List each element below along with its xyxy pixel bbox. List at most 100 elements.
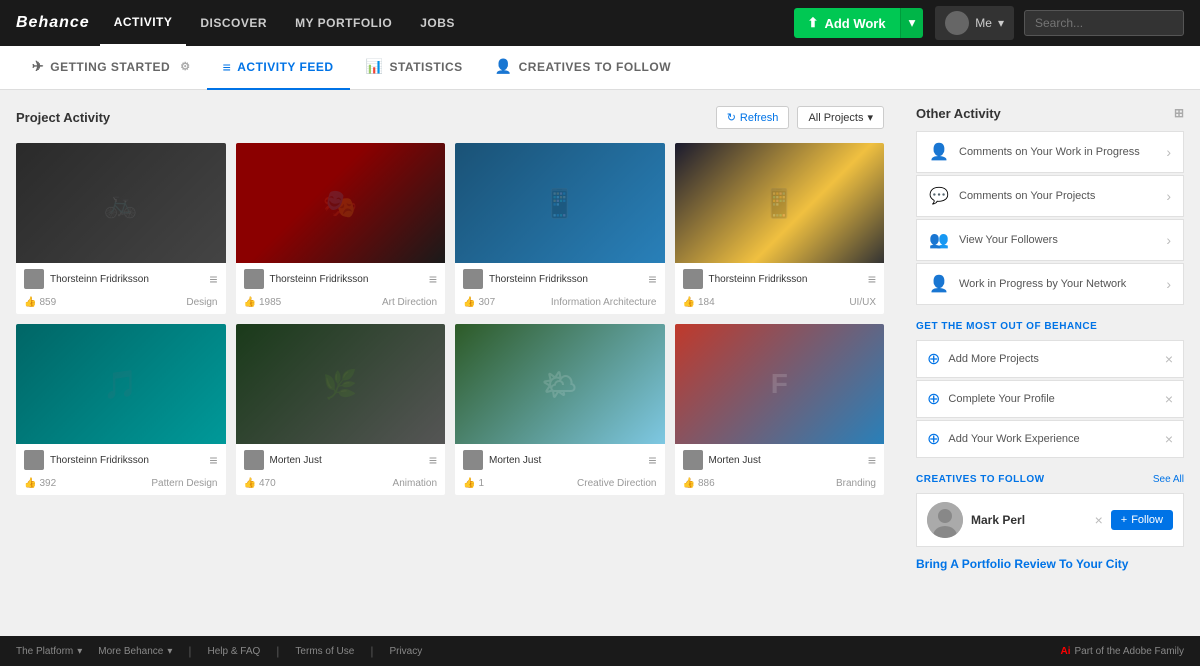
likes-count: 👍886 — [683, 478, 715, 489]
refresh-button[interactable]: ↻ Refresh — [716, 106, 790, 129]
close-icon[interactable]: × — [1165, 391, 1173, 407]
project-menu-icon[interactable]: ≡ — [648, 452, 656, 468]
project-menu-icon[interactable]: ≡ — [648, 271, 656, 287]
tab-getting-started[interactable]: ✈ GETTING STARTED ⚙ — [16, 46, 207, 90]
project-card[interactable]: 🌿 Morten Just ≡ 👍470 Animation — [236, 324, 446, 495]
project-card[interactable]: 🌤 Morten Just ≡ 👍1 Creative Direction — [455, 324, 665, 495]
category-label: Branding — [836, 478, 876, 489]
category-label: Animation — [393, 478, 437, 489]
avatar — [244, 269, 264, 289]
activity-comments-projects[interactable]: 💬 Comments on Your Projects › — [916, 175, 1184, 217]
project-menu-icon[interactable]: ≡ — [868, 271, 876, 287]
close-icon[interactable]: × — [1165, 351, 1173, 367]
project-info: Thorsteinn Fridriksson ≡ — [16, 263, 226, 295]
add-work-dropdown-button[interactable]: ▾ — [900, 8, 924, 38]
get-most-section: GET THE MOST OUT OF BEHANCE ⊕ Add More P… — [916, 321, 1184, 458]
follow-label: Follow — [1131, 514, 1163, 526]
project-menu-icon[interactable]: ≡ — [429, 271, 437, 287]
panel-controls: ↻ Refresh All Projects ▾ — [716, 106, 884, 129]
project-author: Thorsteinn Fridriksson — [709, 274, 862, 285]
plus-circle-icon: ⊕ — [927, 349, 940, 369]
plus-circle-icon: ⊕ — [927, 429, 940, 449]
activity-text: Comments on Your Projects — [959, 190, 1156, 202]
project-info: Morten Just ≡ — [675, 444, 885, 476]
avatar — [24, 269, 44, 289]
project-info: Morten Just ≡ — [236, 444, 446, 476]
platform-label: The Platform — [16, 646, 73, 657]
project-thumbnail: 📱 — [675, 143, 885, 263]
project-card[interactable]: 🎵 Thorsteinn Fridriksson ≡ 👍392 Pattern … — [16, 324, 226, 495]
add-work-button[interactable]: ⬆ Add Work — [794, 8, 900, 38]
project-card[interactable]: 🎭 Thorsteinn Fridriksson ≡ 👍1985 Art Dir… — [236, 143, 446, 314]
activity-comments-wip[interactable]: 👤 Comments on Your Work in Progress › — [916, 131, 1184, 173]
see-all-link[interactable]: See All — [1153, 474, 1184, 485]
project-author: Morten Just — [709, 455, 862, 466]
project-info: Thorsteinn Fridriksson ≡ — [675, 263, 885, 295]
project-info: Thorsteinn Fridriksson ≡ — [16, 444, 226, 476]
nav-jobs[interactable]: JOBS — [406, 0, 469, 46]
creatives-section: CREATIVES TO FOLLOW See All Mark Perl × … — [916, 474, 1184, 547]
project-menu-icon[interactable]: ≡ — [429, 452, 437, 468]
close-creative-icon[interactable]: × — [1095, 512, 1103, 528]
portfolio-review-link[interactable]: Bring A Portfolio Review To Your City — [916, 557, 1184, 571]
project-stats: 👍392 Pattern Design — [16, 476, 226, 495]
terms-link[interactable]: Terms of Use — [295, 646, 354, 657]
creatives-header: CREATIVES TO FOLLOW See All — [916, 474, 1184, 485]
category-label: Art Direction — [382, 297, 437, 308]
nav-activity[interactable]: ACTIVITY — [100, 0, 187, 46]
project-card[interactable]: 📱 Thorsteinn Fridriksson ≡ 👍184 UI/UX — [675, 143, 885, 314]
panel-header: Project Activity ↻ Refresh All Projects … — [16, 106, 884, 129]
project-menu-icon[interactable]: ≡ — [209, 271, 217, 287]
creative-item: Mark Perl × + Follow — [916, 493, 1184, 547]
project-grid: 🚲 Thorsteinn Fridriksson ≡ 👍859 Design 🎭 — [16, 143, 884, 495]
project-card[interactable]: 🚲 Thorsteinn Fridriksson ≡ 👍859 Design — [16, 143, 226, 314]
expand-icon[interactable]: ⊞ — [1174, 106, 1184, 121]
search-input[interactable] — [1024, 10, 1184, 36]
upload-icon: ⬆ — [808, 15, 819, 31]
user-menu-button[interactable]: Me ▾ — [935, 6, 1014, 40]
help-link[interactable]: Help & FAQ — [207, 646, 260, 657]
tab-statistics-label: STATISTICS — [389, 60, 462, 74]
project-thumbnail: 🌿 — [236, 324, 446, 444]
project-thumbnail: 🌤 — [455, 324, 665, 444]
chevron-right-icon: › — [1166, 144, 1171, 160]
refresh-icon: ↻ — [727, 111, 736, 124]
like-icon: 👍 — [244, 297, 256, 308]
settings-icon: ⚙ — [180, 60, 190, 73]
feed-icon: ≡ — [223, 59, 232, 75]
follow-button[interactable]: + Follow — [1111, 510, 1173, 530]
tab-activity-feed-label: ACTIVITY FEED — [237, 60, 333, 74]
panel-title: Project Activity — [16, 110, 110, 125]
likes-count: 👍1985 — [244, 297, 282, 308]
chevron-right-icon: › — [1166, 188, 1171, 204]
project-info: Morten Just ≡ — [455, 444, 665, 476]
more-behance-link[interactable]: More Behance ▾ — [98, 646, 172, 657]
stats-icon: 📊 — [366, 58, 384, 75]
project-menu-icon[interactable]: ≡ — [868, 452, 876, 468]
privacy-link[interactable]: Privacy — [389, 646, 422, 657]
activity-text: Comments on Your Work in Progress — [959, 146, 1156, 158]
project-menu-icon[interactable]: ≡ — [209, 452, 217, 468]
nav-discover[interactable]: DISCOVER — [186, 0, 281, 46]
tab-activity-feed[interactable]: ≡ ACTIVITY FEED — [207, 46, 350, 90]
tab-statistics[interactable]: 📊 STATISTICS — [350, 46, 479, 90]
project-thumbnail: 🎵 — [16, 324, 226, 444]
get-most-text: Add Your Work Experience — [948, 433, 1156, 445]
project-card[interactable]: F Morten Just ≡ 👍886 Branding — [675, 324, 885, 495]
close-icon[interactable]: × — [1165, 431, 1173, 447]
platform-link[interactable]: The Platform ▾ — [16, 646, 82, 657]
likes-count: 👍470 — [244, 478, 276, 489]
plus-circle-icon: ⊕ — [927, 389, 940, 409]
get-most-complete-profile: ⊕ Complete Your Profile × — [916, 380, 1184, 418]
comment-icon: 💬 — [929, 186, 949, 206]
activity-wip-network[interactable]: 👤 Work in Progress by Your Network › — [916, 263, 1184, 305]
chevron-right-icon: › — [1166, 276, 1171, 292]
divider: | — [276, 644, 279, 658]
rocket-icon: ✈ — [32, 58, 44, 75]
project-card[interactable]: 📱 Thorsteinn Fridriksson ≡ 👍307 Informat… — [455, 143, 665, 314]
avatar — [244, 450, 264, 470]
activity-view-followers[interactable]: 👥 View Your Followers › — [916, 219, 1184, 261]
nav-portfolio[interactable]: MY PORTFOLIO — [281, 0, 406, 46]
tab-creatives-to-follow[interactable]: 👤 CREATIVES TO FOLLOW — [479, 46, 687, 90]
all-projects-button[interactable]: All Projects ▾ — [797, 106, 884, 129]
